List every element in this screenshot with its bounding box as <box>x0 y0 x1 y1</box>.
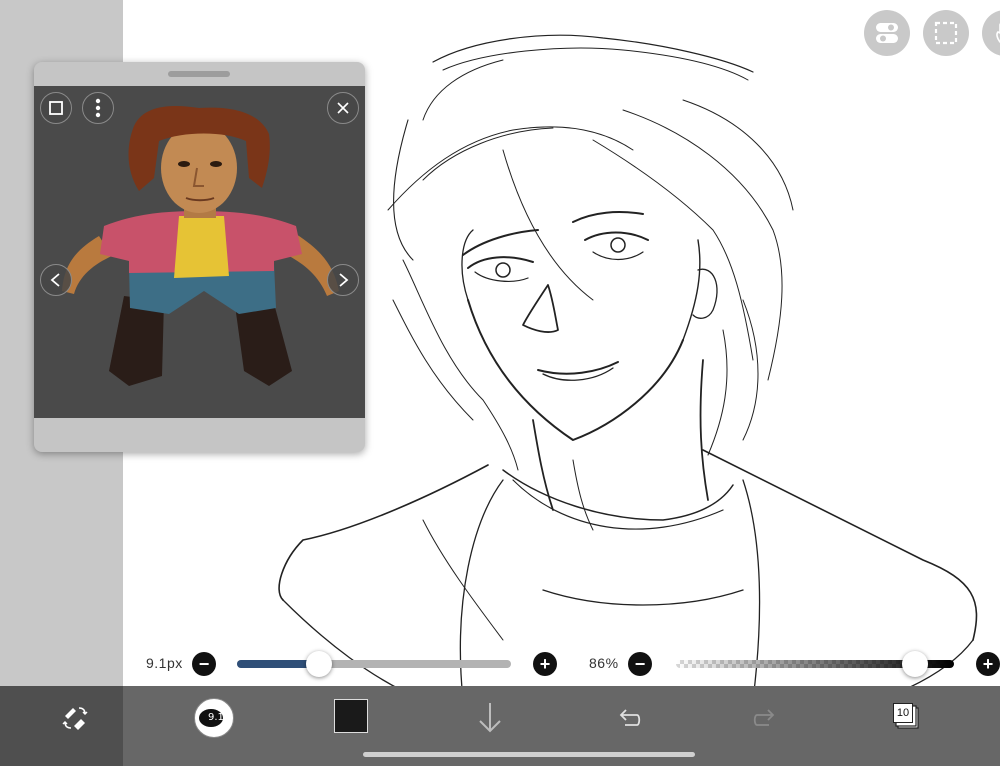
pen-eraser-swap-icon <box>62 707 88 730</box>
next-reference-button[interactable] <box>327 264 359 296</box>
chevron-left-icon <box>50 273 60 287</box>
reference-menu-button[interactable] <box>82 92 114 124</box>
brush-size-thumb[interactable] <box>306 651 333 677</box>
plus-icon: + <box>539 654 551 674</box>
arrow-down-icon <box>479 703 501 733</box>
undo-icon <box>619 709 641 726</box>
undo-button[interactable] <box>608 698 648 738</box>
brush-size-slider[interactable] <box>237 660 511 668</box>
chevron-right-icon <box>339 273 349 287</box>
brush-size-label: 9.1px <box>146 655 183 671</box>
minus-icon: − <box>198 654 210 674</box>
brush-sliders: 9.1px − + 86% − + <box>0 645 1000 683</box>
size-decrease-button[interactable]: − <box>192 652 216 676</box>
reference-image <box>34 86 365 418</box>
reference-window[interactable] <box>34 62 365 452</box>
brush-opacity-thumb[interactable] <box>902 651 929 677</box>
brush-size-number: 9.1 <box>208 712 224 723</box>
toggle-settings-icon <box>876 23 898 43</box>
close-icon <box>337 102 349 114</box>
brush-opacity-label: 86% <box>589 655 619 671</box>
plus-icon: + <box>982 654 994 674</box>
size-increase-button[interactable]: + <box>533 652 557 676</box>
redo-icon <box>753 709 775 726</box>
close-reference-button[interactable] <box>327 92 359 124</box>
toggle-settings-button[interactable] <box>864 10 910 56</box>
previous-reference-button[interactable] <box>40 264 72 296</box>
opacity-increase-button[interactable]: + <box>976 652 1000 676</box>
selection-icon <box>934 21 958 45</box>
frame-button[interactable] <box>40 92 72 124</box>
layers-button[interactable]: 10 <box>890 700 920 730</box>
selection-button[interactable] <box>923 10 969 56</box>
character-model-image <box>62 105 339 386</box>
transform-down-button[interactable] <box>470 698 510 738</box>
hand-icon <box>996 23 1000 43</box>
brush-picker-button[interactable]: 9.1 <box>194 698 234 738</box>
vertical-dots-icon <box>95 98 101 118</box>
redo-button[interactable] <box>746 698 786 738</box>
layer-count: 10 <box>893 703 913 723</box>
drag-handle[interactable] <box>168 71 230 77</box>
opacity-decrease-button[interactable]: − <box>628 652 652 676</box>
minus-icon: − <box>634 654 646 674</box>
home-indicator[interactable] <box>363 752 695 757</box>
square-frame-icon <box>49 101 63 115</box>
tool-switch-button[interactable] <box>55 698 95 738</box>
color-picker-button[interactable] <box>334 699 368 733</box>
